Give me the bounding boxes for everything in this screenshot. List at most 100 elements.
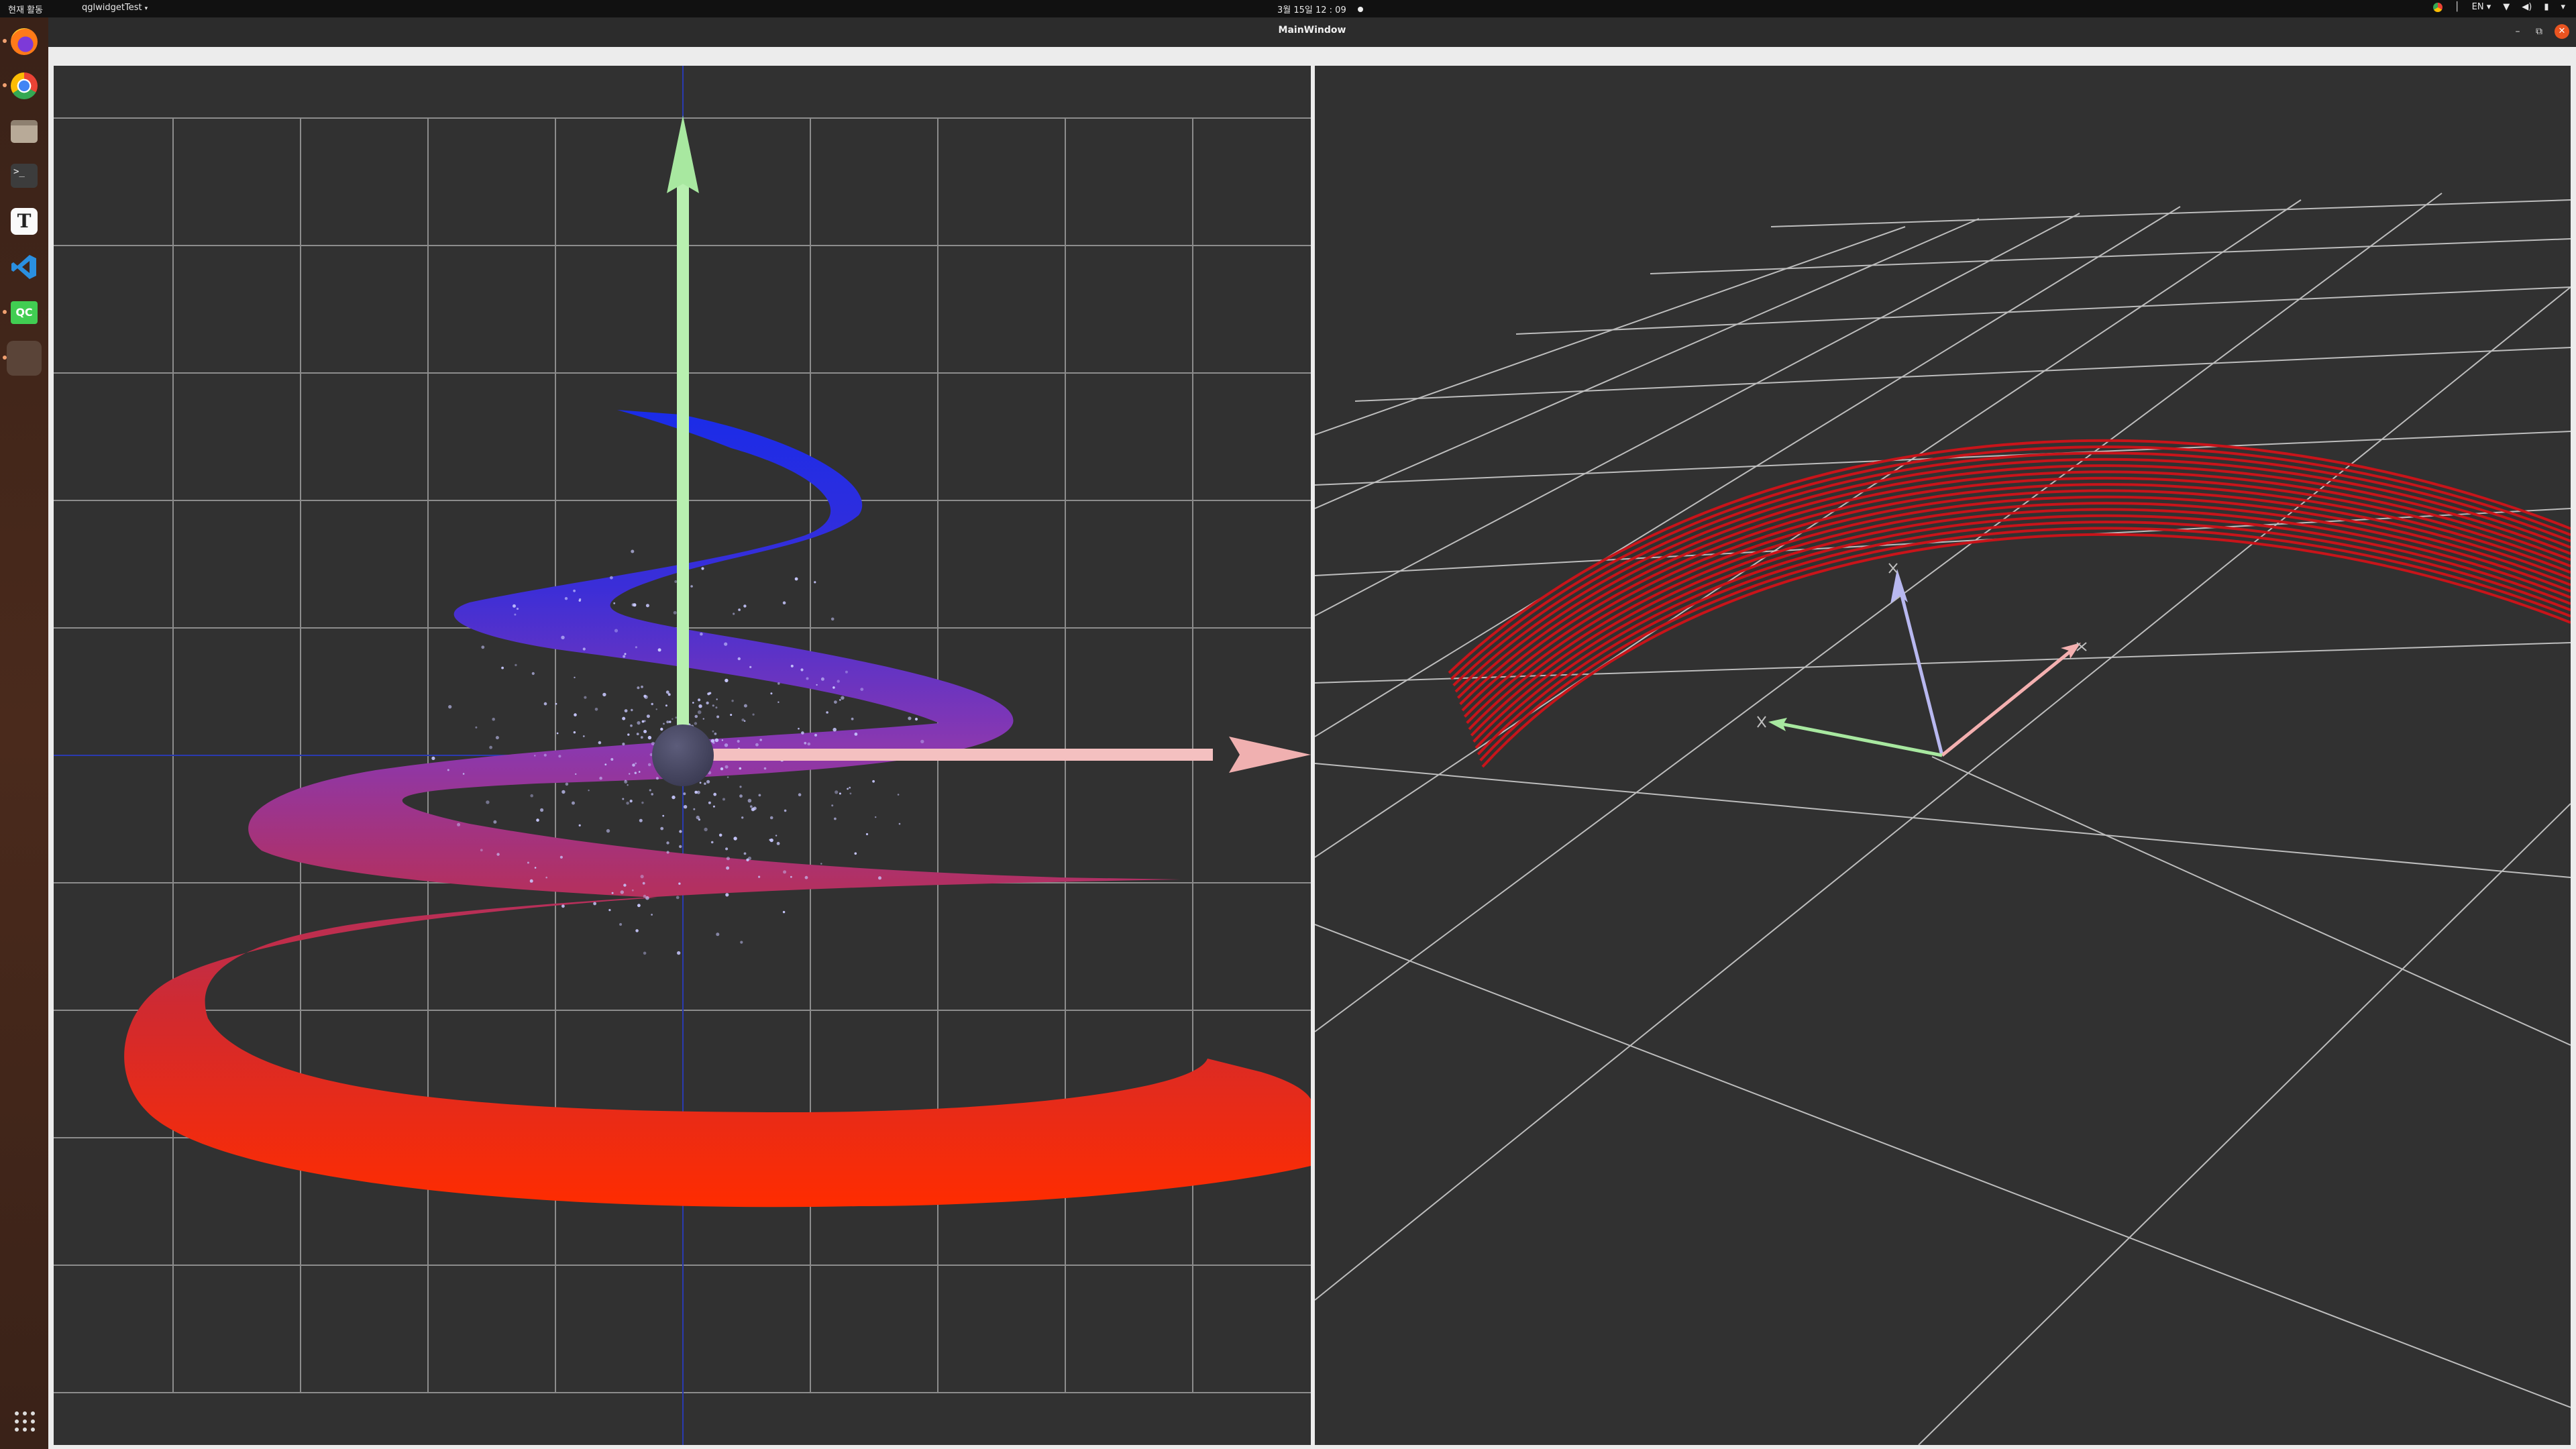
particle bbox=[794, 577, 798, 581]
particle bbox=[841, 696, 845, 700]
particle bbox=[807, 742, 811, 746]
particle bbox=[492, 717, 495, 721]
activities-button[interactable]: 현재 활동 bbox=[8, 3, 43, 15]
gl-view-right[interactable] bbox=[1315, 66, 2571, 1445]
particle bbox=[574, 713, 577, 716]
particle bbox=[588, 790, 590, 792]
dock-item-firefox[interactable] bbox=[3, 24, 42, 59]
particle bbox=[572, 801, 575, 805]
particle bbox=[782, 601, 786, 604]
particle bbox=[594, 708, 598, 711]
dock-item-chrome[interactable] bbox=[3, 68, 42, 103]
particle bbox=[481, 645, 485, 649]
particle bbox=[642, 881, 645, 885]
particle bbox=[637, 904, 641, 908]
particle bbox=[758, 875, 761, 878]
particle bbox=[699, 782, 702, 784]
particle bbox=[776, 842, 780, 845]
particle bbox=[759, 739, 762, 741]
particle bbox=[640, 875, 644, 879]
particle bbox=[865, 833, 869, 836]
particle bbox=[501, 666, 504, 669]
particle bbox=[820, 863, 822, 865]
particle bbox=[712, 704, 714, 707]
dock-item-vscode[interactable] bbox=[7, 250, 42, 284]
particle bbox=[637, 721, 641, 725]
particle bbox=[655, 708, 657, 710]
particle bbox=[751, 808, 754, 811]
particle bbox=[914, 717, 918, 721]
clock[interactable]: 3월 15일 12 : 09 bbox=[1277, 3, 1346, 15]
particle bbox=[543, 753, 547, 757]
chrome-tray-icon[interactable] bbox=[2432, 2, 2443, 12]
title-bar[interactable]: MainWindow – ⧉ ✕ bbox=[48, 17, 2576, 47]
particle bbox=[629, 773, 631, 775]
particle bbox=[643, 951, 647, 955]
gl-view-left[interactable] bbox=[54, 66, 1311, 1445]
particle bbox=[598, 741, 602, 745]
running-indicator-icon bbox=[3, 310, 7, 314]
particle bbox=[622, 798, 625, 800]
wifi-icon[interactable]: ▼ bbox=[2503, 2, 2510, 12]
particle bbox=[698, 818, 700, 821]
particle bbox=[643, 730, 647, 733]
particle bbox=[733, 837, 737, 841]
dock-item-qglwidgettest[interactable] bbox=[3, 341, 42, 376]
particle bbox=[755, 743, 759, 747]
particle bbox=[633, 603, 637, 607]
show-applications-icon[interactable] bbox=[15, 1411, 35, 1432]
firefox-icon bbox=[11, 28, 38, 55]
close-button[interactable]: ✕ bbox=[2555, 24, 2569, 39]
particle bbox=[622, 716, 626, 720]
particle bbox=[486, 800, 490, 804]
particle bbox=[749, 665, 752, 669]
red-band bbox=[1448, 439, 2571, 768]
particle bbox=[834, 817, 837, 820]
particle bbox=[790, 664, 794, 667]
battery-icon[interactable]: ▮ bbox=[2544, 2, 2548, 12]
particle bbox=[593, 902, 596, 906]
particle bbox=[677, 951, 681, 955]
language-indicator[interactable]: EN ▾ bbox=[2472, 2, 2491, 12]
particle bbox=[875, 816, 877, 818]
particle bbox=[579, 598, 582, 601]
particle bbox=[624, 709, 628, 712]
app-menu[interactable]: qglwidgetTest ▾ bbox=[82, 3, 148, 13]
minimize-button[interactable]: – bbox=[2510, 24, 2525, 39]
particle bbox=[610, 758, 614, 761]
particle bbox=[683, 805, 688, 809]
system-tray[interactable]: │ EN ▾ ▼ ◀) ▮ ▾ bbox=[2432, 2, 2565, 12]
particle bbox=[804, 875, 808, 879]
power-menu-chevron-icon[interactable]: ▾ bbox=[2561, 2, 2565, 12]
particle bbox=[845, 670, 848, 674]
particle bbox=[651, 793, 653, 796]
dock-item-terminal[interactable]: >_ bbox=[7, 158, 42, 193]
particle bbox=[739, 786, 742, 788]
particle bbox=[675, 716, 678, 719]
particle bbox=[814, 733, 817, 737]
particle bbox=[837, 680, 840, 683]
particle bbox=[678, 882, 681, 885]
particle bbox=[826, 711, 828, 714]
particle bbox=[599, 776, 602, 780]
particle bbox=[669, 720, 672, 723]
particle bbox=[666, 720, 669, 724]
particle bbox=[608, 909, 611, 912]
particle bbox=[737, 657, 741, 661]
particle bbox=[833, 686, 835, 689]
particle bbox=[692, 702, 694, 704]
particle bbox=[806, 677, 809, 680]
dock-item-files[interactable] bbox=[7, 114, 42, 149]
dock-item-text-editor[interactable]: T bbox=[7, 204, 42, 239]
particle bbox=[604, 763, 607, 765]
vscode-icon bbox=[11, 255, 36, 279]
particle bbox=[704, 827, 708, 832]
particle bbox=[798, 793, 802, 796]
particle bbox=[662, 814, 665, 817]
particle bbox=[777, 701, 780, 703]
volume-icon[interactable]: ◀) bbox=[2522, 2, 2532, 12]
particle bbox=[660, 727, 663, 731]
dock-item-qt-creator[interactable]: QC bbox=[3, 295, 42, 330]
maximize-button[interactable]: ⧉ bbox=[2532, 24, 2546, 39]
particle bbox=[651, 914, 653, 916]
